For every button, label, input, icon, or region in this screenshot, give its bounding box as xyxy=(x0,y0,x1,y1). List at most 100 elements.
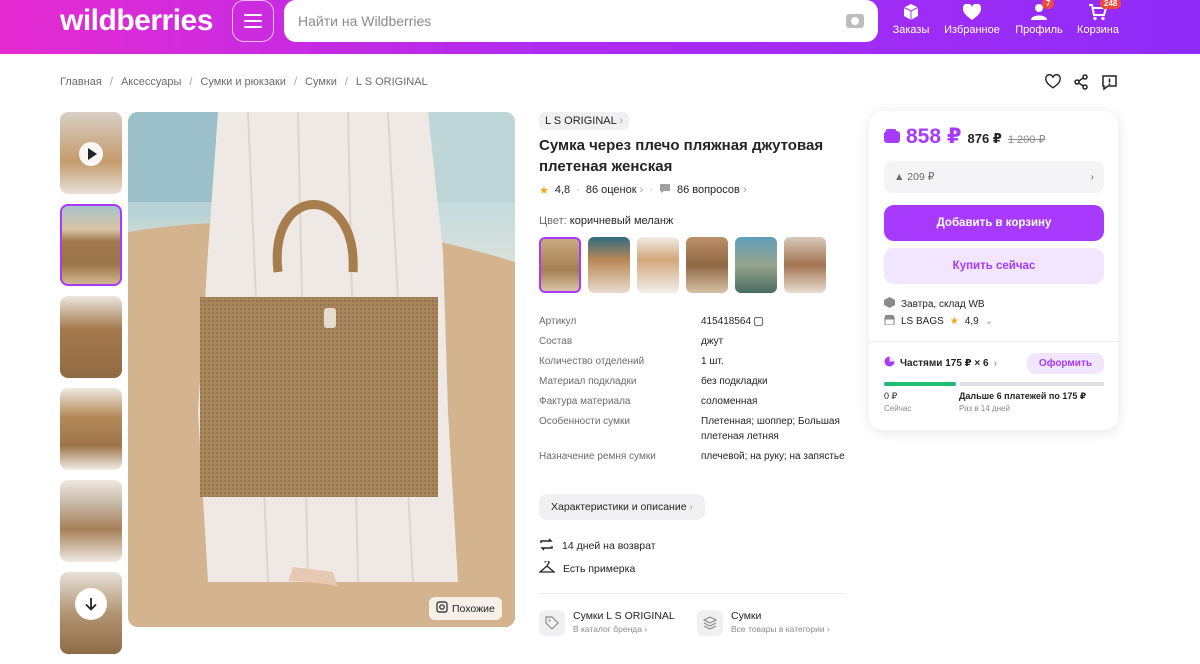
installments-label[interactable]: Частями 175 ₽ × 6 › xyxy=(884,356,997,370)
thumbnail-image[interactable] xyxy=(60,296,122,378)
nav-favorites[interactable]: Избранное xyxy=(944,0,1000,36)
profile-badge: 7 xyxy=(1042,0,1055,9)
camera-search-icon[interactable] xyxy=(846,14,864,28)
product-actions xyxy=(1045,74,1118,96)
feature-fitting-label: Есть примерка xyxy=(563,563,636,575)
color-swatch[interactable] xyxy=(539,237,581,293)
report-icon[interactable] xyxy=(1101,74,1118,96)
seller-info[interactable]: LS BAGS ★ 4,9 ⌄ xyxy=(884,315,993,328)
property-row: Фактура материала соломенная xyxy=(539,394,849,409)
similar-search-icon xyxy=(436,601,448,616)
color-swatch[interactable] xyxy=(735,237,777,293)
color-value: коричневый меланж xyxy=(569,215,674,227)
product-main-image[interactable]: Похожие xyxy=(128,112,515,627)
thumbnail-image[interactable] xyxy=(60,480,122,562)
nav-favorites-label: Избранное xyxy=(944,24,1000,36)
thumbnail-image[interactable] xyxy=(60,572,122,654)
similar-button[interactable]: Похожие xyxy=(429,597,502,620)
cart-icon: 248 xyxy=(1088,0,1122,24)
color-label-key: Цвет: xyxy=(539,215,567,227)
nav-cart-label: Корзина xyxy=(1077,24,1119,36)
property-value: без подкладки xyxy=(701,376,768,387)
property-value: джут xyxy=(701,336,724,347)
hanger-icon xyxy=(538,559,556,577)
property-key: Особенности сумки xyxy=(539,416,630,427)
brand-chip[interactable]: L S ORIGINAL › xyxy=(539,112,630,130)
wallet-discount-row[interactable]: ▲ 209 ₽ › xyxy=(884,161,1104,193)
property-key: Артикул xyxy=(539,316,577,327)
nav-profile-label: Профиль xyxy=(1015,24,1063,36)
category-link-title: Сумки xyxy=(731,610,762,622)
header-bar: wildberries Заказы Избранное 7 Профиль 2… xyxy=(0,0,1200,54)
property-key: Материал подкладки xyxy=(539,376,637,387)
share-icon[interactable] xyxy=(1073,74,1089,96)
breadcrumb-item[interactable]: L S ORIGINAL xyxy=(356,76,428,88)
heart-icon xyxy=(963,0,981,24)
breadcrumb-item[interactable]: Сумки xyxy=(305,76,337,88)
favorite-heart-icon[interactable] xyxy=(1045,74,1061,96)
reviews-link[interactable]: 86 оценок › xyxy=(586,184,643,196)
delivery-info: Завтра, склад WB xyxy=(884,297,985,311)
thumbnail-video[interactable] xyxy=(60,112,122,194)
rating-value: 4,8 xyxy=(554,184,571,196)
category-link[interactable]: Сумки Все товары в категории › xyxy=(697,610,830,636)
later-label: Раз в 14 дней xyxy=(959,404,1010,413)
price-block: 858 ₽ 876 ₽ 1 200 ₽ xyxy=(884,124,1045,149)
breadcrumb-item[interactable]: Главная xyxy=(60,76,102,88)
thumbnail-image[interactable] xyxy=(60,388,122,470)
installment-now: 0 ₽ Сейчас xyxy=(884,391,911,413)
similar-label: Похожие xyxy=(452,602,495,615)
nav-orders-label: Заказы xyxy=(892,24,930,36)
logo[interactable]: wildberries xyxy=(60,4,213,38)
property-row: Назначение ремня сумки плечевой; на руку;… xyxy=(539,449,849,464)
user-icon: 7 xyxy=(1030,0,1055,24)
color-swatch[interactable] xyxy=(686,237,728,293)
nav-cart[interactable]: 248 Корзина xyxy=(1077,0,1122,36)
brand-link-sub: В каталог бренда xyxy=(573,624,642,634)
wallet-price: 858 ₽ xyxy=(906,125,962,148)
search-bar[interactable] xyxy=(284,0,878,42)
gallery-thumbnails xyxy=(60,112,122,664)
play-icon xyxy=(79,142,103,166)
breadcrumb-item[interactable]: Аксессуары xyxy=(121,76,181,88)
questions-count: 86 вопросов xyxy=(676,184,740,196)
description-button[interactable]: Характеристики и описание › xyxy=(539,494,705,520)
color-swatch[interactable] xyxy=(588,237,630,293)
property-key: Фактура материала xyxy=(539,396,631,407)
product-title: Сумка через плечо пляжная джутовая плете… xyxy=(539,137,824,175)
chevron-right-icon: › xyxy=(1090,171,1095,183)
copy-icon[interactable] xyxy=(753,316,763,326)
breadcrumb-item[interactable]: Сумки и рюкзаки xyxy=(200,76,286,88)
property-value: 415418564 xyxy=(701,314,849,329)
card-divider xyxy=(869,341,1118,342)
nav-orders[interactable]: Заказы xyxy=(892,0,930,36)
menu-button[interactable] xyxy=(232,0,274,42)
installments-button[interactable]: Оформить xyxy=(1026,352,1104,374)
tag-icon xyxy=(539,610,565,636)
nav-profile[interactable]: 7 Профиль xyxy=(1015,0,1063,36)
cart-badge: 248 xyxy=(1100,0,1122,9)
brand-catalog-link[interactable]: Сумки L S ORIGINAL В каталог бренда › xyxy=(539,610,675,636)
add-to-cart-button[interactable]: Добавить в корзину xyxy=(884,205,1104,241)
product-properties: Артикул 415418564 Состав джут Количество о… xyxy=(539,314,849,469)
delivery-text: Завтра, склад WB xyxy=(901,298,985,310)
questions-link[interactable]: 86 вопросов › xyxy=(677,184,747,196)
color-swatch[interactable] xyxy=(784,237,826,293)
thumbnail-image[interactable] xyxy=(60,204,122,286)
property-row: Артикул 415418564 xyxy=(539,314,849,329)
feature-return: 14 дней на возврат xyxy=(539,537,656,555)
layers-icon xyxy=(697,610,723,636)
buy-now-button[interactable]: Купить сейчас xyxy=(884,248,1104,284)
divider xyxy=(539,593,845,594)
search-input[interactable] xyxy=(298,13,846,29)
box-icon xyxy=(902,0,920,24)
property-value: соломенная xyxy=(701,396,758,407)
scroll-down-icon[interactable] xyxy=(75,588,107,620)
progress-segment-later xyxy=(960,382,1104,386)
color-swatches xyxy=(539,237,826,293)
warehouse-icon xyxy=(884,297,895,311)
questions-icon xyxy=(659,183,671,197)
pie-chart-icon xyxy=(884,356,895,370)
property-row: Особенности сумки Плетенная; шоппер; Боль… xyxy=(539,414,849,444)
color-swatch[interactable] xyxy=(637,237,679,293)
